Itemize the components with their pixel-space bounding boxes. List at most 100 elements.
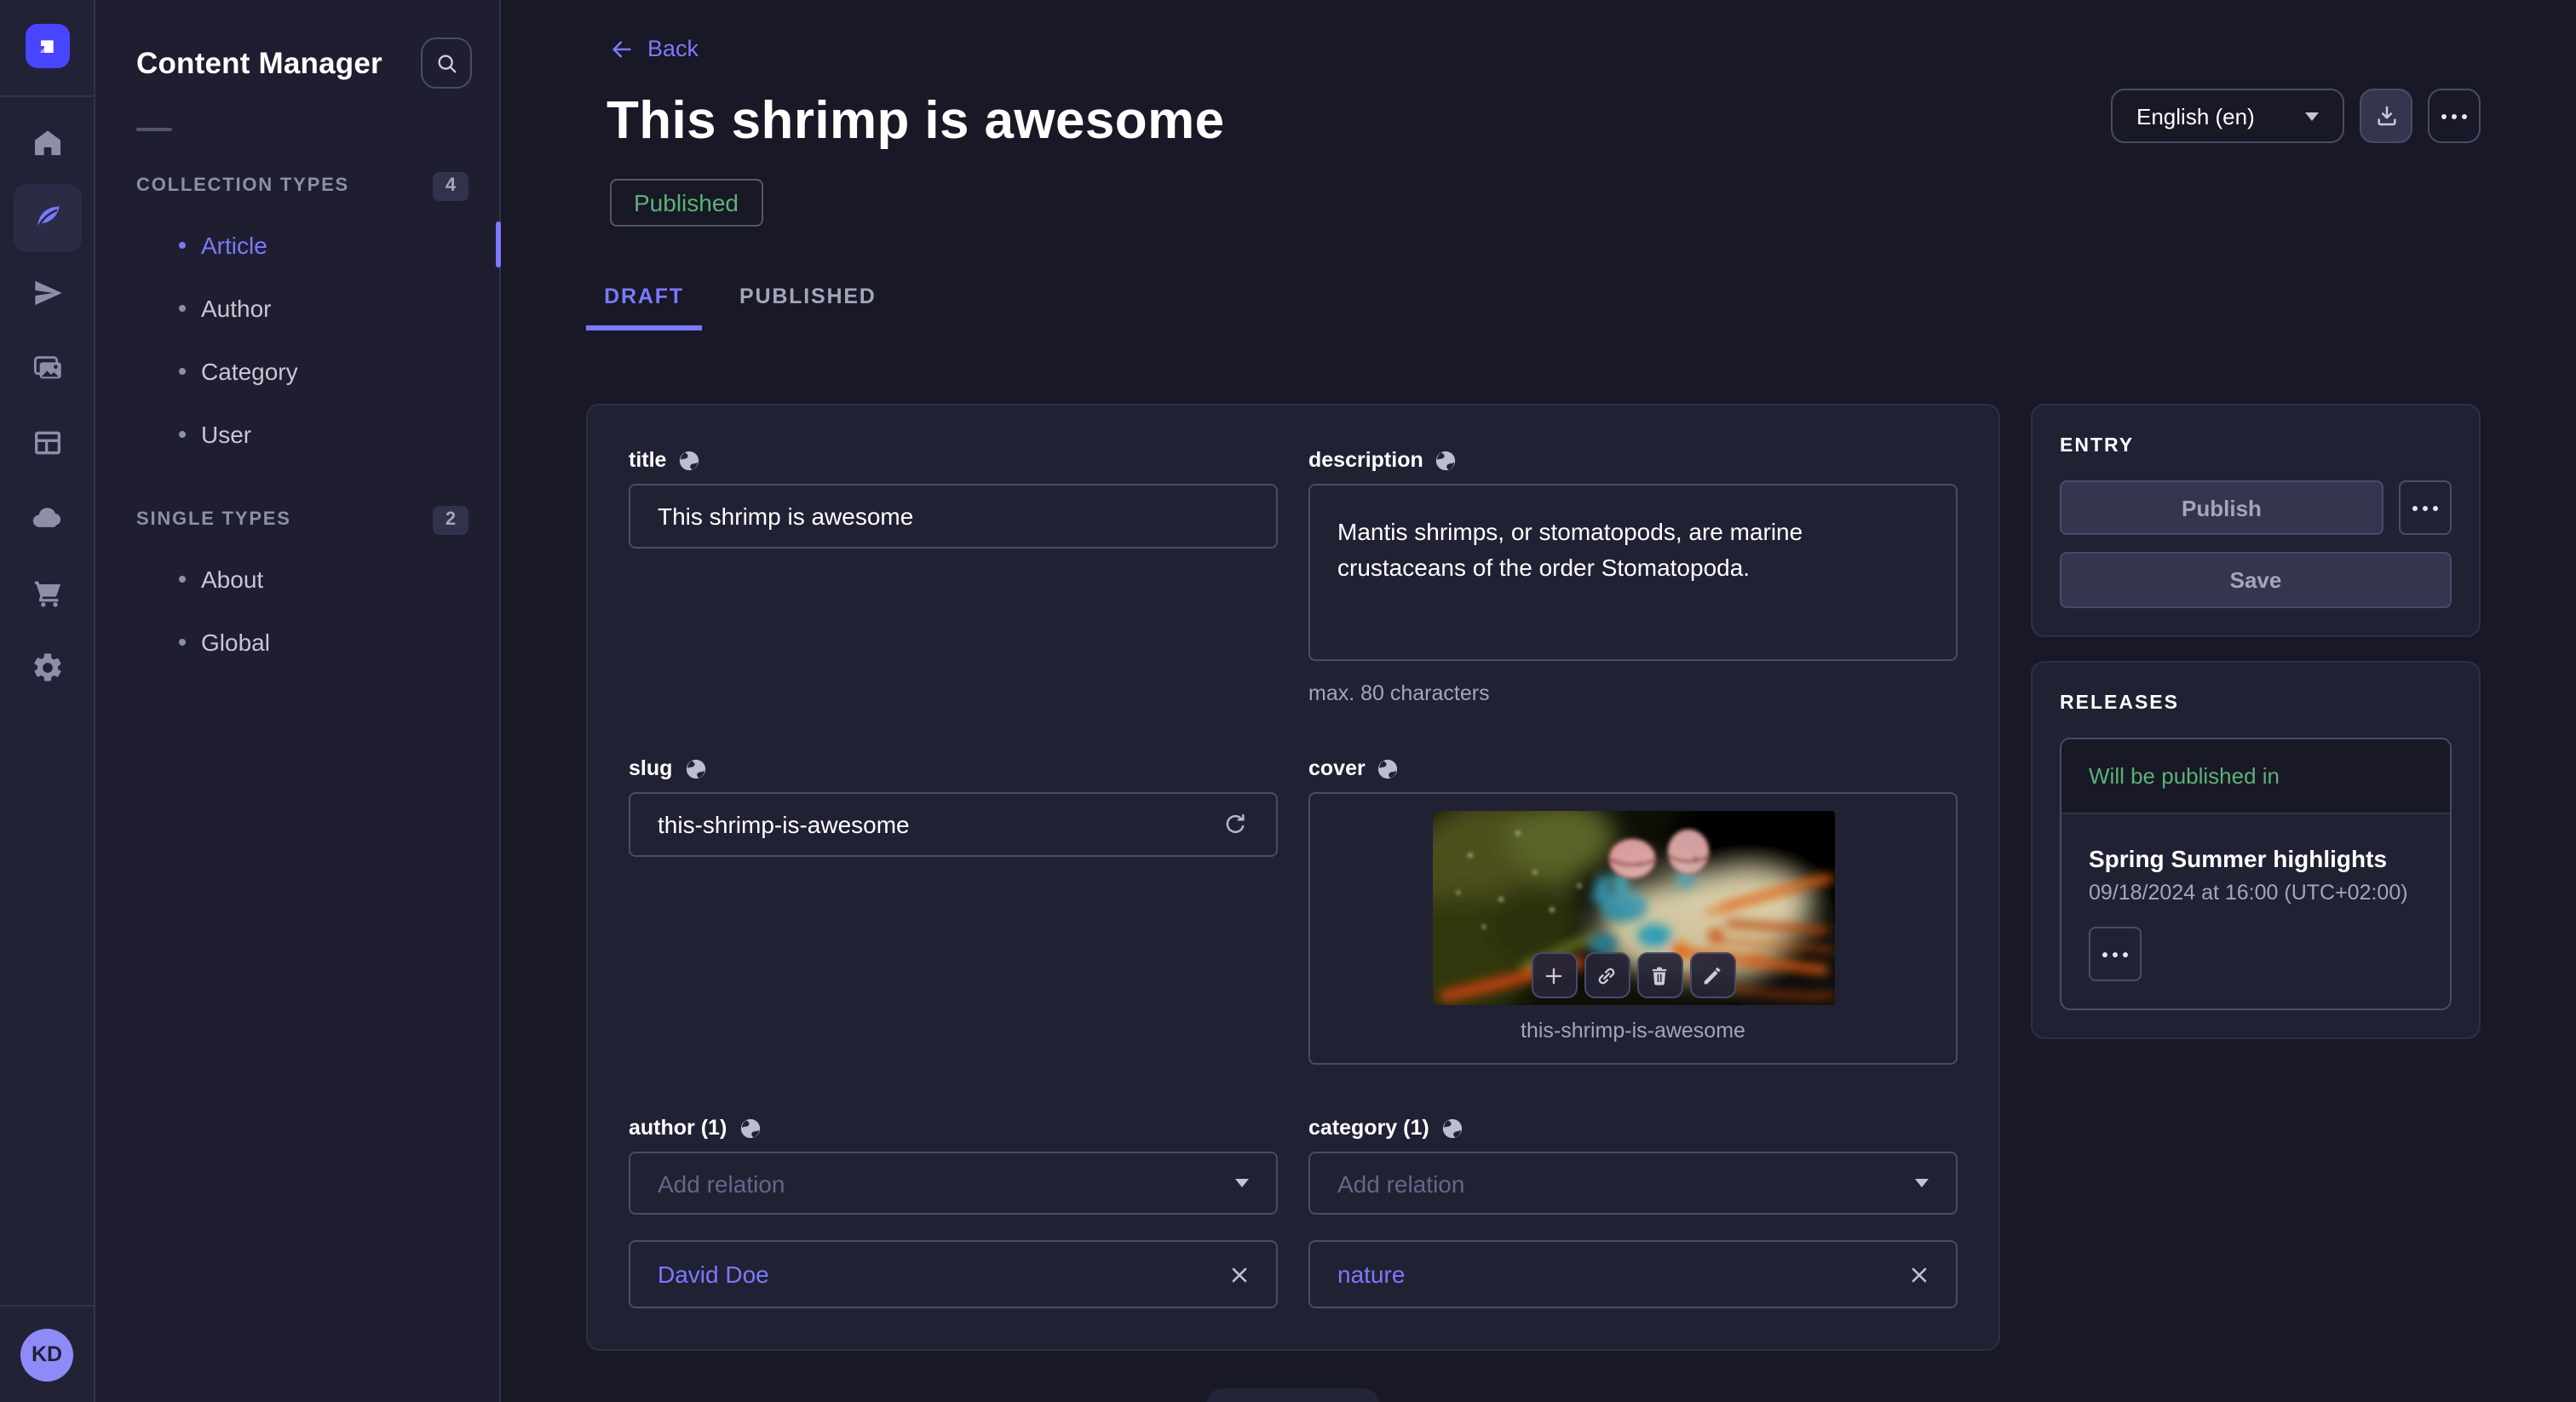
edit-asset-button[interactable] (1689, 952, 1735, 998)
category-relation-item[interactable]: nature (1308, 1240, 1958, 1308)
category-relation-combobox[interactable]: Add relation (1308, 1152, 1958, 1215)
app-window: KD Content Manager COLLECTION TYPES 4 Ar… (0, 0, 2576, 1402)
description-textarea[interactable]: Mantis shrimps, or stomatopods, are mari… (1308, 484, 1958, 661)
delete-asset-button[interactable] (1636, 952, 1682, 998)
cloud-icon (31, 501, 65, 535)
entry-more-button[interactable] (2399, 480, 2452, 535)
bullet-icon (179, 575, 186, 582)
rail-footer: KD (0, 1305, 94, 1402)
save-button[interactable]: Save (2060, 552, 2452, 608)
nav-releases-button[interactable] (14, 259, 82, 327)
release-name: Spring Summer highlights (2089, 845, 2423, 872)
header-controls: English (en) (2111, 89, 2481, 143)
field-author-label: author (1) (629, 1114, 1278, 1141)
more-actions-button[interactable] (2428, 89, 2481, 143)
section-label: SINGLE TYPES (136, 509, 291, 530)
plus-icon (1542, 963, 1566, 987)
globe-icon (739, 1117, 761, 1139)
chevron-down-icon (1235, 1179, 1249, 1187)
publish-button[interactable]: Publish (2060, 480, 2383, 535)
nav-content-type-builder-button[interactable] (14, 409, 82, 477)
author-relation-item[interactable]: David Doe (629, 1240, 1278, 1308)
ellipsis-icon (2412, 505, 2438, 510)
main-nav-rail: KD (0, 0, 95, 1402)
field-slug-label: slug (629, 755, 1278, 782)
nav-deploy-button[interactable] (14, 484, 82, 552)
section-label: COLLECTION TYPES (136, 175, 349, 196)
sidebar-item-category[interactable]: Category (95, 339, 499, 402)
cover-caption: this-shrimp-is-awesome (1310, 1019, 1956, 1043)
back-link[interactable]: Back (610, 36, 699, 61)
sidebar-item-about[interactable]: About (95, 547, 499, 610)
remove-relation-icon[interactable] (1910, 1265, 1929, 1284)
trash-icon (1647, 963, 1671, 987)
release-date: 09/18/2024 at 16:00 (UTC+02:00) (2089, 881, 2423, 905)
content-manager-sidebar: Content Manager COLLECTION TYPES 4 Artic… (95, 0, 501, 1402)
release-status: Will be published in (2061, 739, 2450, 813)
nav-settings-button[interactable] (14, 634, 82, 702)
bullet-icon (179, 430, 186, 437)
relation-link[interactable]: David Doe (658, 1261, 769, 1288)
search-icon (434, 50, 459, 76)
sidebar-item-article[interactable]: Article (95, 213, 499, 276)
entry-panel-title: ENTRY (2060, 436, 2452, 457)
nav-media-library-button[interactable] (14, 334, 82, 402)
feather-icon (31, 201, 65, 235)
edit-form-card: title description (586, 404, 2000, 1351)
strapi-mark-icon (34, 32, 61, 60)
ellipsis-icon (2441, 113, 2467, 118)
title-input[interactable] (629, 484, 1278, 549)
globe-icon (684, 757, 706, 779)
field-category: category (1) Add relation nature (1308, 1114, 1958, 1308)
nav-home-button[interactable] (14, 109, 82, 177)
tab-published[interactable]: PUBLISHED (712, 266, 904, 330)
field-description: description Mantis shrimps, or stomatopo… (1308, 446, 1958, 705)
sidebar-item-user[interactable]: User (95, 402, 499, 465)
bullet-icon (179, 367, 186, 374)
collection-types-section: COLLECTION TYPES 4 Article Author Catego… (95, 169, 499, 465)
slug-input[interactable] (629, 792, 1278, 857)
collection-types-count: 4 (433, 171, 469, 200)
copy-link-button[interactable] (1584, 952, 1630, 998)
media-icon (31, 351, 65, 385)
field-category-label: category (1) (1308, 1114, 1958, 1141)
chevron-down-icon (1915, 1179, 1929, 1187)
sidebar-title: Content Manager (136, 45, 382, 81)
version-tabs: DRAFT PUBLISHED (586, 266, 904, 330)
sidebar-item-global[interactable]: Global (95, 610, 499, 673)
field-title: title (629, 446, 1278, 705)
user-avatar[interactable]: KD (20, 1328, 73, 1381)
single-types-section: SINGLE TYPES 2 About Global (95, 503, 499, 673)
globe-icon (678, 449, 700, 471)
locale-select[interactable]: English (en) (2111, 89, 2344, 143)
main-content: Back This shrimp is awesome Published En… (501, 0, 2576, 1402)
sidebar-rule (136, 128, 172, 131)
strapi-logo[interactable] (26, 24, 70, 68)
globe-icon (1377, 757, 1400, 779)
releases-panel: RELEASES Will be published in Spring Sum… (2031, 661, 2481, 1039)
sidebar-item-author[interactable]: Author (95, 276, 499, 339)
cover-image[interactable] (1432, 811, 1834, 1005)
release-more-button[interactable] (2089, 927, 2142, 981)
field-title-label: title (629, 446, 1278, 474)
globe-icon (1435, 449, 1458, 471)
regenerate-icon[interactable] (1222, 811, 1249, 838)
relation-link[interactable]: nature (1337, 1261, 1405, 1288)
rail-divider (0, 95, 94, 97)
pencil-icon (1700, 963, 1724, 987)
nav-content-manager-button[interactable] (14, 184, 82, 252)
nav-marketplace-button[interactable] (14, 559, 82, 627)
chevron-down-icon (2305, 112, 2319, 120)
tab-draft[interactable]: DRAFT (586, 266, 702, 330)
download-icon (2372, 102, 2400, 129)
field-cover-label: cover (1308, 755, 1958, 782)
export-button[interactable] (2360, 89, 2412, 143)
gear-icon (31, 651, 65, 685)
author-relation-combobox[interactable]: Add relation (629, 1152, 1278, 1215)
add-asset-button[interactable] (1531, 952, 1577, 998)
search-button[interactable] (421, 37, 472, 89)
remove-relation-icon[interactable] (1230, 1265, 1249, 1284)
release-card: Will be published in Spring Summer highl… (2060, 738, 2452, 1010)
ellipsis-icon (2102, 951, 2128, 957)
arrow-left-icon (610, 37, 634, 60)
